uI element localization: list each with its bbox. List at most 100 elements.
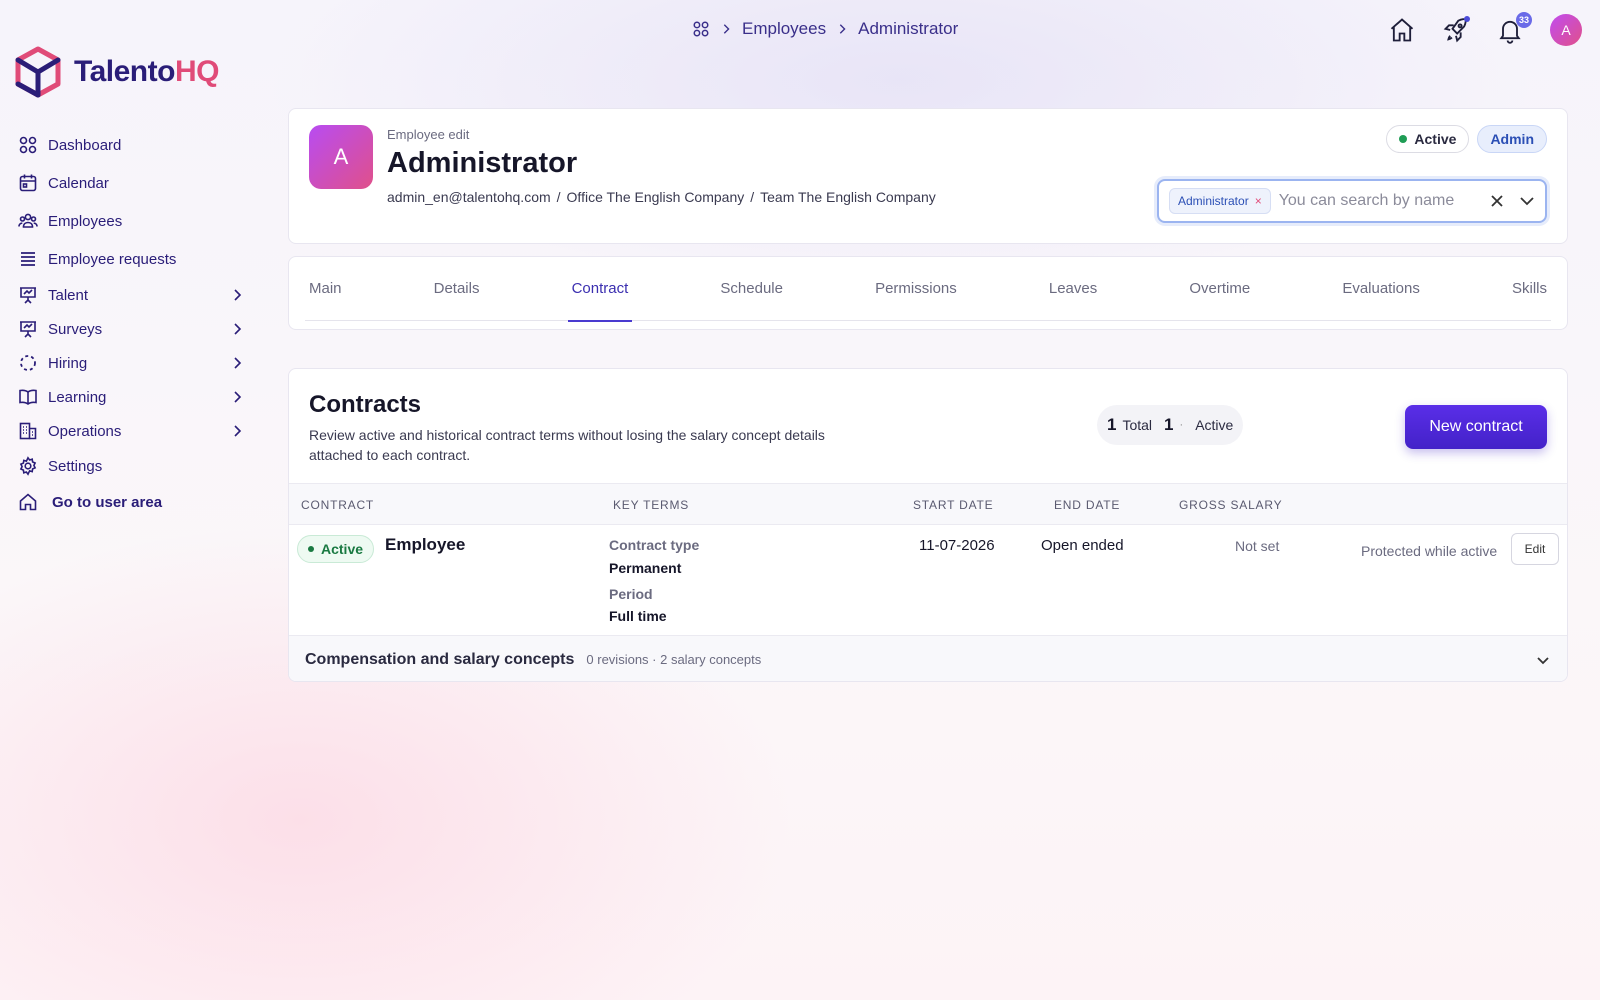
status-dot <box>308 546 314 552</box>
home-icon <box>19 493 37 511</box>
section-description: Review active and historical contract te… <box>309 427 825 463</box>
contract-name: Employee <box>385 535 466 554</box>
employee-meta: admin_en@talentohq.com / Office The Engl… <box>387 189 936 205</box>
sidebar-item-label: Settings <box>48 457 103 475</box>
sidebar-item-label: Employee requests <box>48 250 177 268</box>
page-title: Administrator <box>387 147 578 179</box>
chevron-right-icon <box>234 391 242 403</box>
home-icon <box>1390 18 1414 42</box>
grid-icon[interactable] <box>692 20 710 38</box>
sidebar-item-label: Learning <box>48 388 107 406</box>
tabs-card: Main Details Contract Schedule Permissio… <box>288 256 1568 330</box>
sidebar-item-hiring[interactable]: Hiring <box>18 346 244 380</box>
employee-search: Administrator × <box>1157 179 1547 223</box>
page-subtitle: Employee edit <box>387 127 470 142</box>
meta-separator: / <box>750 189 755 205</box>
selected-employee-chip[interactable]: Administrator × <box>1169 188 1271 214</box>
breadcrumb: Employees Administrator <box>692 19 958 39</box>
notifications-count-badge: 33 <box>1516 12 1532 28</box>
chip-remove-icon[interactable]: × <box>1255 194 1262 208</box>
tab-skills[interactable]: Skills <box>1508 257 1551 321</box>
tab-permissions[interactable]: Permissions <box>871 257 961 321</box>
home-button[interactable] <box>1388 16 1416 44</box>
sidebar-item-dashboard[interactable]: Dashboard <box>18 126 244 164</box>
sidebar-item-operations[interactable]: Operations <box>18 414 244 448</box>
chevron-right-icon <box>723 24 730 34</box>
presentation-icon <box>20 287 36 304</box>
employee-header-card: A Employee edit Administrator admin_en@t… <box>288 108 1568 244</box>
tab-contract[interactable]: Contract <box>567 257 633 322</box>
sidebar-item-go-to-user-area[interactable]: Go to user area <box>18 484 244 520</box>
start-date: 11-07-2026 <box>919 537 995 554</box>
users-icon <box>18 213 38 228</box>
tab-evaluations[interactable]: Evaluations <box>1338 257 1424 321</box>
role-badge: Admin <box>1477 125 1547 153</box>
sidebar-item-label: Surveys <box>48 320 103 338</box>
chevron-down-icon <box>1537 656 1549 664</box>
active-count: 1 <box>1164 415 1174 434</box>
list-icon <box>21 252 35 266</box>
sidebar-item-label: Hiring <box>48 354 88 372</box>
column-header: END DATE <box>1054 498 1121 512</box>
search-input[interactable] <box>1278 192 1477 210</box>
building-icon <box>19 422 37 440</box>
rocket-button[interactable] <box>1442 16 1470 44</box>
cube-logo-icon <box>15 46 61 98</box>
user-avatar[interactable]: A <box>1550 14 1582 46</box>
grid-icon <box>19 136 37 154</box>
sidebar-item-surveys[interactable]: Surveys <box>18 312 244 346</box>
tab-leaves[interactable]: Leaves <box>1045 257 1101 321</box>
sidebar-item-label: Employees <box>48 212 123 230</box>
status-badges: Active Admin <box>1386 125 1547 153</box>
brand-logo[interactable]: TalentoHQ <box>14 46 219 98</box>
sidebar-item-label: Dashboard <box>48 136 122 154</box>
chevron-right-icon <box>234 289 242 301</box>
compensation-title: Compensation and salary concepts <box>305 650 575 668</box>
new-contract-button[interactable]: New contract <box>1405 405 1547 449</box>
presentation-icon <box>20 321 36 338</box>
edit-button[interactable]: Edit <box>1511 533 1559 565</box>
sidebar-nav: Dashboard Calendar Employees Employee re… <box>18 126 244 520</box>
tab-schedule[interactable]: Schedule <box>716 257 787 321</box>
chevron-right-icon <box>234 425 242 437</box>
sidebar-item-employee-requests[interactable]: Employee requests <box>18 240 244 278</box>
stats-dot: · <box>1179 419 1184 431</box>
calendar-icon <box>19 174 37 192</box>
end-date: Open ended <box>1041 537 1124 554</box>
rocket-indicator <box>1464 16 1470 22</box>
employee-office: Office The English Company <box>566 189 745 205</box>
sidebar-item-settings[interactable]: Settings <box>18 448 244 484</box>
tab-details[interactable]: Details <box>430 257 484 321</box>
breadcrumb-employees[interactable]: Employees <box>742 19 826 39</box>
column-header: KEY TERMS <box>613 498 690 512</box>
sidebar-item-talent[interactable]: Talent <box>18 278 244 312</box>
notifications-button[interactable]: 33 <box>1496 12 1532 44</box>
tab-bar: Main Details Contract Schedule Permissio… <box>305 257 1551 322</box>
chevron-right-icon <box>839 24 846 34</box>
protected-note: Protected while active <box>1361 543 1498 559</box>
chevron-down-icon[interactable] <box>1517 191 1537 211</box>
employee-team: Team The English Company <box>760 189 936 205</box>
chevron-right-icon <box>234 357 242 369</box>
table-header: CONTRACT KEY TERMS START DATE END DATE G… <box>289 483 1567 525</box>
sidebar-item-label: Go to user area <box>52 493 163 511</box>
total-label: Total <box>1122 417 1153 433</box>
column-header: GROSS SALARY <box>1179 498 1283 512</box>
tab-overtime[interactable]: Overtime <box>1185 257 1254 321</box>
compensation-summary: 0 revisions · 2 salary concepts <box>586 652 762 667</box>
tab-main[interactable]: Main <box>305 257 346 321</box>
employee-avatar: A <box>309 125 373 189</box>
compensation-section-toggle[interactable]: Compensation and salary concepts 0 revis… <box>289 635 1567 681</box>
sidebar-item-employees[interactable]: Employees <box>18 202 244 240</box>
clear-icon[interactable] <box>1487 191 1507 211</box>
status-badge: Active <box>1386 125 1470 153</box>
column-header: START DATE <box>913 498 994 512</box>
gear-icon <box>19 456 37 476</box>
sidebar-item-label: Talent <box>48 286 89 304</box>
status-badge: Active <box>297 535 375 563</box>
book-icon <box>19 389 37 405</box>
sidebar-item-learning[interactable]: Learning <box>18 380 244 414</box>
section-title: Contracts <box>309 391 422 418</box>
period-value: Full time <box>609 608 667 624</box>
sidebar-item-calendar[interactable]: Calendar <box>18 164 244 202</box>
